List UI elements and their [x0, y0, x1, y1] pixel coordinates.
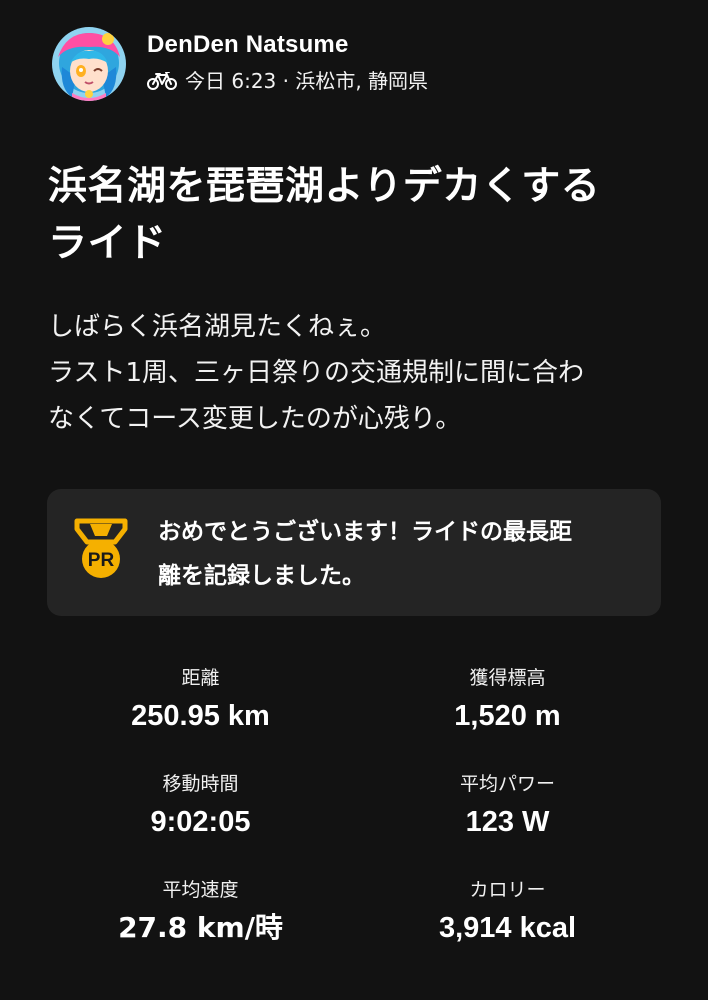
pr-medal-label: PR: [88, 550, 115, 571]
stat-value: 9:02:05: [150, 806, 251, 838]
activity-header: DenDen Natsume 今日 6:23 · 浜松市, 静岡県: [52, 27, 428, 101]
activity-title[interactable]: 浜名湖を琵琶湖よりデカくする ライド: [48, 158, 668, 272]
pr-medal-icon: PR: [71, 518, 131, 580]
achievement-card[interactable]: PR おめでとうございます！ライドの最長距 離を記録しました。: [47, 489, 661, 616]
achievement-text-line: 離を記録しました。: [158, 563, 365, 589]
stat-label: 平均パワー: [459, 773, 555, 795]
activity-meta: 今日 6:23 · 浜松市, 静岡県: [185, 69, 429, 93]
stat-elevation-gain: 獲得標高 1,520 m: [354, 664, 661, 736]
activity-title-line: 浜名湖を琵琶湖よりデカくする: [48, 164, 601, 209]
avatar[interactable]: [52, 27, 126, 101]
stat-distance: 距離 250.95 km: [47, 664, 354, 736]
achievement-text-line: おめでとうございます！ライドの最長距: [158, 519, 572, 545]
stat-value: 3,914 kcal: [438, 912, 577, 944]
bike-icon: [147, 72, 177, 90]
stat-calories: カロリー 3,914 kcal: [354, 876, 661, 948]
stat-label: カロリー: [469, 879, 546, 901]
stat-value: 27.8 km/時: [118, 911, 283, 944]
description-line: ラスト1周、三ヶ日祭りの交通規制に間に合わ: [48, 358, 585, 388]
stat-value: 1,520 m: [454, 700, 561, 732]
stat-label: 距離: [181, 667, 220, 689]
stat-label: 平均速度: [162, 879, 239, 901]
description-line: しばらく浜名湖見たくねぇ。: [48, 312, 387, 342]
stat-label: 移動時間: [162, 773, 239, 795]
activity-description: しばらく浜名湖見たくねぇ。 ラスト1周、三ヶ日祭りの交通規制に間に合わ なくてコ…: [48, 304, 668, 442]
stat-moving-time: 移動時間 9:02:05: [47, 770, 354, 842]
stat-avg-speed: 平均速度 27.8 km/時: [47, 876, 354, 948]
stat-label: 獲得標高: [469, 667, 546, 689]
stat-value: 123 W: [465, 806, 550, 838]
stat-avg-power: 平均パワー 123 W: [354, 770, 661, 842]
activity-title-line: ライド: [48, 221, 167, 266]
description-line: なくてコース変更したのが心残り。: [48, 404, 462, 434]
athlete-name[interactable]: DenDen Natsume: [147, 29, 428, 61]
stat-value: 250.95 km: [131, 700, 270, 732]
avatar-image: [52, 27, 126, 101]
